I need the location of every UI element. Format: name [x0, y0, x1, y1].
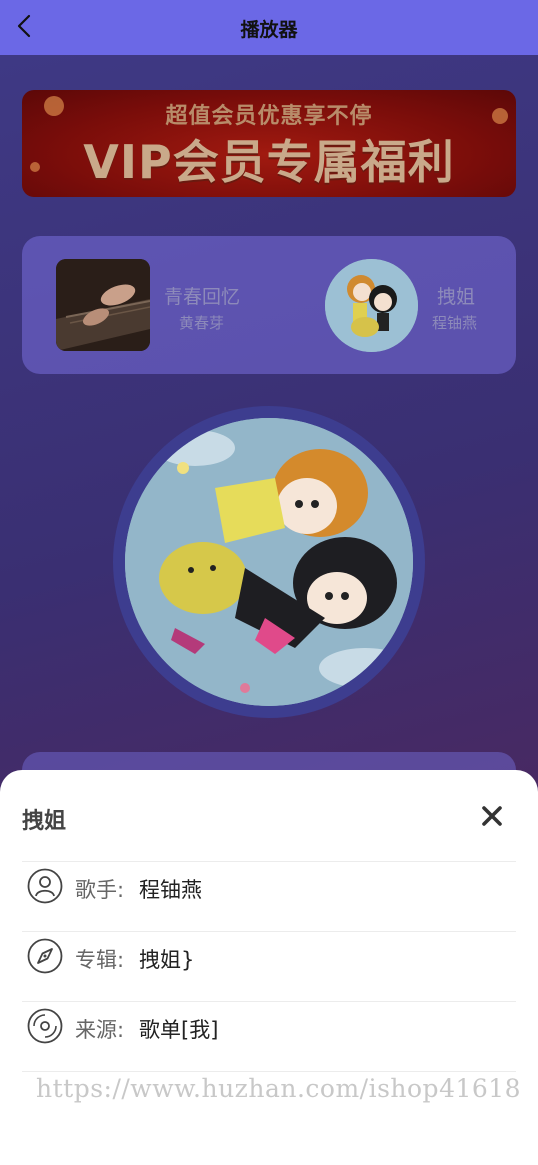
singer-value[interactable]: 程铀燕	[139, 874, 202, 904]
disc-icon	[27, 1008, 63, 1044]
watermark-text: https://www.huzhan.com/ishop41618	[36, 1074, 522, 1103]
song-artist: 程铀燕	[432, 314, 478, 332]
album-label: 专辑:	[75, 948, 125, 972]
source-value[interactable]: 歌单[我]	[139, 1014, 218, 1044]
recent-songs-card: 青春回忆 黄春芽 拽姐 程铀燕	[22, 236, 516, 374]
album-value[interactable]: 拽姐}	[139, 944, 194, 974]
song-cover-zhuaijie[interactable]	[325, 259, 418, 352]
divider	[22, 1071, 516, 1072]
song-cover-qingchun[interactable]	[56, 259, 150, 351]
song-artist: 黄春芽	[179, 314, 225, 332]
player-page: 播放器 超值会员优惠享不停 VIP会员专属福利 青春回忆 黄春芽 拽姐 程铀燕 …	[0, 0, 538, 1165]
song-info-sheet: 拽姐 歌手: 程铀燕 专辑: 拽姐} 来源: 歌单[我]	[0, 770, 538, 1165]
page-title: 播放器	[240, 19, 298, 41]
divider	[22, 1001, 516, 1002]
sheet-title: 拽姐	[22, 809, 67, 834]
compass-icon	[27, 938, 63, 974]
cartoon-girls-artwork	[125, 418, 413, 706]
divider	[22, 861, 516, 862]
piano-hands-image	[56, 259, 150, 351]
close-icon[interactable]	[476, 800, 508, 832]
top-bar: 播放器	[0, 0, 538, 55]
album-cover-art	[125, 418, 413, 706]
vip-banner[interactable]: 超值会员优惠享不停 VIP会员专属福利	[22, 90, 516, 197]
singer-label: 歌手:	[75, 878, 125, 902]
user-icon	[27, 868, 63, 904]
song-name[interactable]: 青春回忆	[164, 282, 240, 309]
banner-headline: VIP会员专属福利	[83, 135, 455, 189]
song-name[interactable]: 拽姐	[437, 282, 475, 309]
cartoon-girls-image	[325, 259, 418, 352]
source-label: 来源:	[75, 1018, 125, 1042]
divider	[22, 931, 516, 932]
